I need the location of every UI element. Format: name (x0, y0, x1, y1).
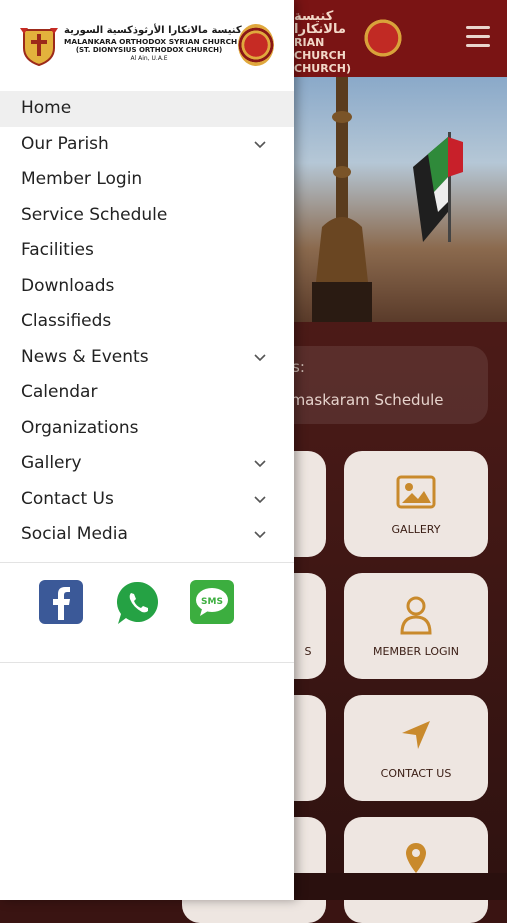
sms-icon-label: SMS (201, 597, 223, 607)
uae-flag-illustration (413, 132, 463, 242)
hamburger-menu-button[interactable] (466, 26, 490, 48)
hamburger-line (466, 26, 490, 29)
menu-item-news-events[interactable]: News & Events (0, 340, 294, 376)
menu-item-contact-us[interactable]: Contact Us (0, 482, 294, 518)
menu-item-classifieds[interactable]: Classifieds (0, 304, 294, 340)
header-title: كنيسة مالانكارا RIAN CHURCH CHURCH) (294, 10, 364, 75)
member-login-tile-label: MEMBER LOGIN (373, 645, 459, 658)
menu-item-member-login[interactable]: Member Login (0, 162, 294, 198)
chevron-down-icon[interactable] (254, 495, 266, 504)
menu-item-label: Organizations (21, 417, 139, 438)
menu-item-label: Our Parish (21, 133, 109, 154)
chevron-down-icon[interactable] (254, 460, 266, 468)
chevron-down-icon[interactable] (254, 531, 266, 539)
menu-item-label: Contact Us (21, 488, 114, 509)
menu-item-our-parish[interactable]: Our Parish (0, 127, 294, 163)
menu-item-label: Social Media (21, 524, 128, 544)
church-logo-text: كنيسة مالانكارا الأرثوذكسية السورية MALA… (64, 25, 242, 63)
logo-church-name: MALANKARA ORTHODOX SYRIAN CHURCH (64, 37, 238, 46)
logo-church-subtitle: (ST. DIONYSIUS ORTHODOX CHURCH) (75, 46, 223, 54)
gallery-tile[interactable]: GALLERY (344, 451, 488, 557)
menu-item-label: Member Login (21, 169, 143, 189)
menu-item-label: Facilities (21, 240, 94, 260)
menu-item-label: Classifieds (21, 311, 112, 331)
menu-item-label: Service Schedule (21, 204, 168, 225)
menu-item-downloads[interactable]: Downloads (0, 269, 294, 305)
church-emblem-icon (362, 12, 404, 64)
menu-item-label: Downloads (21, 275, 115, 296)
menu-item-service-schedule[interactable]: Service Schedule (0, 198, 294, 234)
drawer-menu: Home Our Parish Member Login Service Sch… (0, 91, 294, 553)
whatsapp-icon[interactable] (115, 580, 161, 626)
navigation-drawer: كنيسة مالانكارا الأرثوذكسية السورية MALA… (0, 0, 294, 900)
contact-us-tile[interactable]: CONTACT US (344, 695, 488, 801)
header-title-line1: RIAN CHURCH (294, 36, 346, 62)
church-crest-icon (20, 28, 58, 66)
hamburger-line (466, 35, 490, 38)
contact-us-tile-label: CONTACT US (380, 767, 452, 780)
menu-item-label: Gallery (21, 453, 82, 473)
logo-arabic-name: كنيسة مالانكارا الأرثوذكسية السورية (64, 25, 242, 36)
header-arabic-title: كنيسة مالانكارا (294, 9, 346, 37)
church-emblem-icon (238, 24, 274, 66)
sms-icon[interactable]: SMS (190, 580, 234, 624)
location-pin-icon (406, 843, 426, 873)
facebook-icon[interactable] (39, 580, 83, 624)
menu-item-home[interactable]: Home (0, 91, 294, 127)
menu-item-label: News & Events (21, 346, 149, 367)
header-title-line2: CHURCH) (294, 62, 351, 75)
divider (0, 562, 294, 563)
user-icon (400, 596, 432, 635)
image-icon (396, 475, 436, 509)
church-logo[interactable]: كنيسة مالانكارا الأرثوذكسية السورية MALA… (18, 22, 276, 70)
menu-item-gallery[interactable]: Gallery (0, 446, 294, 482)
member-login-tile[interactable]: MEMBER LOGIN (344, 573, 488, 679)
menu-item-label: Calendar (21, 382, 98, 402)
location-tile[interactable] (344, 817, 488, 923)
menu-item-calendar[interactable]: Calendar (0, 375, 294, 411)
menu-item-organizations[interactable]: Organizations (0, 411, 294, 447)
logo-location: Al Ain, U.A.E (130, 55, 168, 62)
chevron-down-icon[interactable] (254, 140, 266, 149)
navigation-arrow-icon (402, 721, 430, 749)
menu-item-facilities[interactable]: Facilities (0, 233, 294, 269)
divider (0, 662, 294, 663)
hamburger-line (466, 44, 490, 47)
menu-item-label: Home (21, 98, 72, 118)
menu-item-social-media[interactable]: Social Media (0, 517, 294, 553)
lamp-pillar-illustration (312, 77, 372, 322)
chevron-down-icon[interactable] (254, 353, 266, 362)
gallery-tile-label: GALLERY (391, 523, 441, 536)
